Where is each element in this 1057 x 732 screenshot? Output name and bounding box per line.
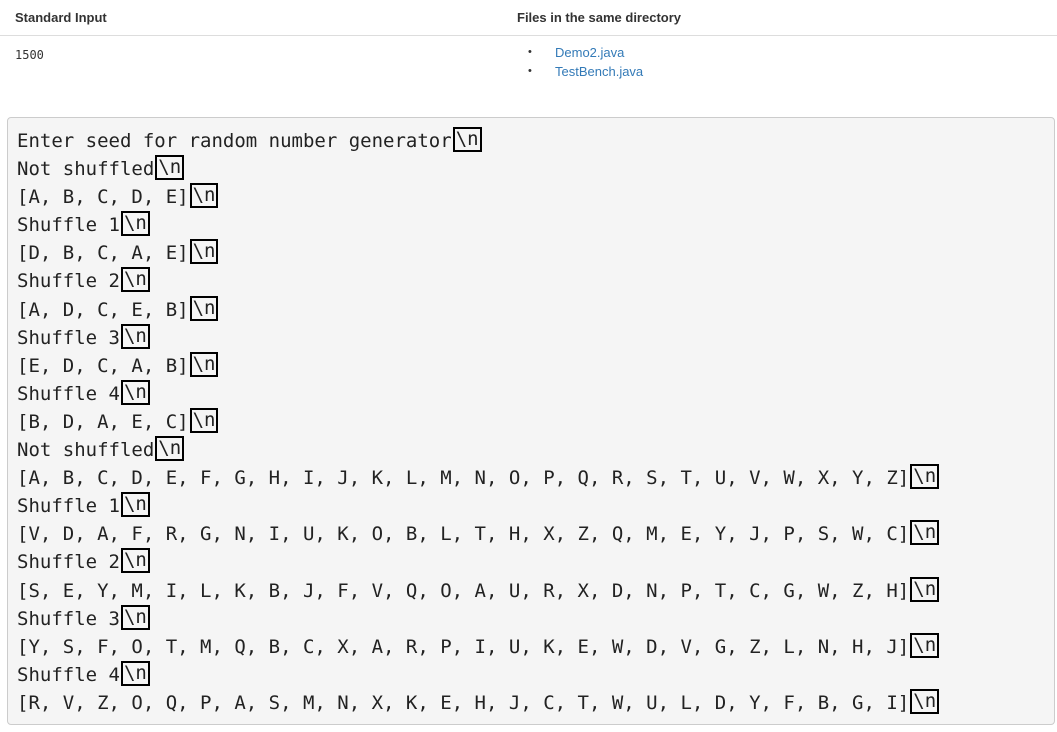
newline-marker: \n (120, 379, 150, 405)
bullet-icon: • (528, 65, 532, 77)
output-line: [Y, S, F, O, T, M, Q, B, C, X, A, R, P, … (17, 632, 1054, 662)
output-line-text: Not shuffled (17, 439, 155, 462)
output-line: Shuffle 2 \n (17, 267, 1054, 296)
output-line-text: Shuffle 2 (17, 270, 120, 293)
output-line: Shuffle 4 \n (17, 660, 1054, 690)
output-line: [A, D, C, E, B] \n (17, 295, 1054, 325)
program-output: Enter seed for random number generator \n… (7, 117, 1055, 725)
output-line-text: [A, D, C, E, B] (17, 298, 189, 321)
newline-marker: \n (189, 239, 219, 265)
newline-marker: \n (189, 183, 219, 209)
output-line: Shuffle 3 \n (17, 323, 1054, 353)
output-line-text: Shuffle 3 (17, 607, 120, 630)
file-list-item: • Demo2.java (528, 43, 643, 62)
output-line: Shuffle 2 \n (17, 548, 1054, 577)
newline-marker: \n (189, 351, 219, 377)
output-line: [D, B, C, A, E] \n (17, 239, 1054, 268)
output-line: Not shuffled \n (17, 155, 1054, 184)
file-list: • Demo2.java • TestBench.java (528, 43, 643, 81)
newline-marker: \n (189, 407, 219, 433)
output-line-text: [Y, S, F, O, T, M, Q, B, C, X, A, R, P, … (17, 635, 910, 658)
output-line: [S, E, Y, M, I, L, K, B, J, F, V, Q, O, … (17, 576, 1054, 606)
table-header: Standard Input Files in the same directo… (0, 0, 1057, 36)
output-line: Shuffle 1 \n (17, 492, 1054, 521)
output-line-text: Enter seed for random number generator (17, 130, 452, 152)
output-line: Shuffle 3 \n (17, 604, 1054, 634)
newline-marker: \n (120, 660, 150, 686)
output-line: [V, D, A, F, R, G, N, I, U, K, O, B, L, … (17, 520, 1054, 549)
standard-input-value: 1500 (15, 48, 44, 62)
newline-marker: \n (120, 604, 150, 630)
newline-marker: \n (155, 436, 185, 462)
newline-marker: \n (910, 632, 940, 658)
files-heading: Files in the same directory (517, 10, 682, 25)
output-line-text: [B, D, A, E, C] (17, 410, 189, 433)
output-line: [B, D, A, E, C] \n (17, 407, 1054, 437)
newline-marker: \n (910, 520, 940, 546)
output-line-text: Shuffle 4 (17, 663, 120, 686)
output-line: [A, B, C, D, E, F, G, H, I, J, K, L, M, … (17, 464, 1054, 493)
newline-marker: \n (452, 127, 482, 152)
newline-marker: \n (120, 267, 150, 293)
output-line-text: [A, B, C, D, E, F, G, H, I, J, K, L, M, … (17, 467, 910, 490)
output-line-text: [D, B, C, A, E] (17, 242, 189, 265)
output-line: Enter seed for random number generator \n (17, 127, 1054, 156)
newline-marker: \n (120, 548, 150, 574)
output-line-text: [A, B, C, D, E] (17, 186, 189, 209)
file-link-demo2[interactable]: Demo2.java (540, 45, 624, 60)
file-link-testbench[interactable]: TestBench.java (540, 64, 643, 79)
newline-marker: \n (910, 576, 940, 602)
output-line-text: Not shuffled (17, 158, 155, 181)
newline-marker: \n (120, 323, 150, 349)
newline-marker: \n (910, 464, 940, 490)
output-line-text: Shuffle 2 (17, 551, 120, 574)
file-list-item: • TestBench.java (528, 62, 643, 81)
newline-marker: \n (120, 492, 150, 518)
output-line-text: Shuffle 1 (17, 495, 120, 518)
output-line: [A, B, C, D, E] \n (17, 183, 1054, 212)
newline-marker: \n (910, 688, 940, 714)
output-line: Not shuffled \n (17, 436, 1054, 465)
newline-marker: \n (155, 155, 185, 181)
output-line-text: Shuffle 1 (17, 214, 120, 237)
output-line: Shuffle 4 \n (17, 379, 1054, 409)
output-line-text: [R, V, Z, O, Q, P, A, S, M, N, X, K, E, … (17, 691, 910, 714)
output-line-text: [S, E, Y, M, I, L, K, B, J, F, V, Q, O, … (17, 579, 910, 602)
output-line: [E, D, C, A, B] \n (17, 351, 1054, 381)
newline-marker: \n (120, 211, 150, 237)
bullet-icon: • (528, 46, 532, 58)
output-line-text: Shuffle 3 (17, 326, 120, 349)
output-line: [R, V, Z, O, Q, P, A, S, M, N, X, K, E, … (17, 688, 1054, 718)
output-line-text: [E, D, C, A, B] (17, 354, 189, 377)
output-line: Shuffle 1 \n (17, 211, 1054, 240)
newline-marker: \n (189, 295, 219, 321)
output-line-text: Shuffle 4 (17, 382, 120, 405)
output-line-text: [V, D, A, F, R, G, N, I, U, K, O, B, L, … (17, 523, 910, 546)
standard-input-heading: Standard Input (15, 10, 107, 25)
